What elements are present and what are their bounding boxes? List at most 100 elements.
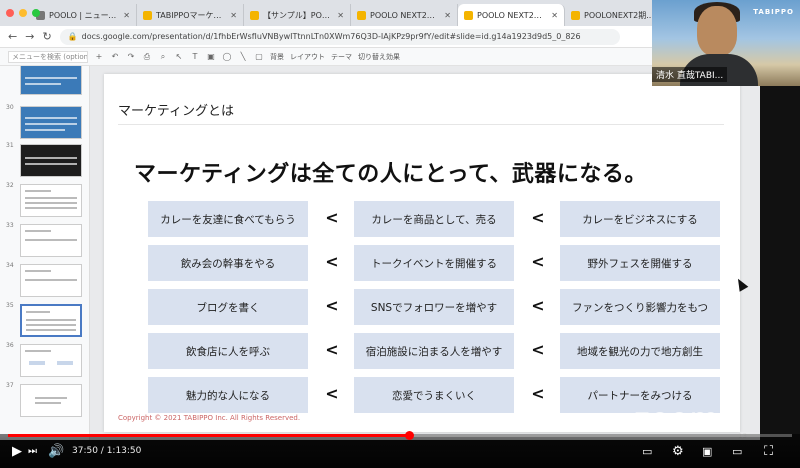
menu-search-input[interactable]: メニューを検索 (option+/): [8, 50, 88, 63]
settings-gear-icon[interactable]: ⚙: [672, 445, 684, 459]
browser-tab-4[interactable]: POOLO NEXT2期 - プログラム... ✕: [458, 4, 565, 26]
subtitle-divider: [118, 124, 724, 125]
close-window-button[interactable]: [6, 9, 14, 17]
slide-number: 33: [6, 222, 14, 229]
filmstrip-slide-31[interactable]: 31: [0, 142, 89, 182]
browser-tab-0[interactable]: POOLO | ニューノーマルトラッ ✕: [30, 4, 137, 26]
slide-number: 37: [6, 382, 14, 389]
slide-thumbnail: [20, 344, 82, 377]
layout-button[interactable]: レイアウト: [290, 52, 325, 62]
browser-tab-2[interactable]: 【サンプル】POOLO NEXT新入... ✕: [244, 4, 351, 26]
slide-copyright: Copyright © 2021 TABIPPO Inc. All Rights…: [118, 414, 301, 422]
grid-cell: 宿泊施設に泊まる人を増やす: [354, 333, 514, 369]
less-than-sign: <: [325, 296, 339, 315]
zoom-icon[interactable]: ⌕: [158, 52, 168, 62]
less-than-sign: <: [325, 252, 339, 271]
zoom-watermark: zoom: [634, 402, 720, 437]
forward-icon[interactable]: →: [25, 30, 34, 43]
tab-close-icon[interactable]: ✕: [551, 11, 558, 20]
volume-icon[interactable]: 🔊: [48, 445, 64, 459]
redo-icon[interactable]: ↷: [126, 52, 136, 62]
url-field[interactable]: 🔒 docs.google.com/presentation/d/1fhbErW…: [59, 28, 620, 45]
slide-number: 31: [6, 142, 14, 149]
maximize-window-button[interactable]: [32, 9, 40, 17]
transition-button[interactable]: 切り替え効果: [358, 52, 400, 62]
slide-number: 35: [6, 302, 14, 309]
tab-close-icon[interactable]: ✕: [444, 11, 451, 20]
theater-mode-icon[interactable]: ▭: [732, 445, 742, 459]
filmstrip-slide-35[interactable]: 35: [0, 302, 89, 342]
slide-thumbnail: [20, 224, 82, 257]
less-than-sign: <: [325, 208, 339, 227]
tab-favicon-icon: [250, 10, 259, 20]
progress-bar[interactable]: [8, 431, 792, 440]
filmstrip-slide-32[interactable]: 32: [0, 182, 89, 222]
subtitles-icon[interactable]: ▭: [642, 445, 652, 459]
next-icon[interactable]: ⏭: [28, 445, 37, 459]
filmstrip-slide-34[interactable]: 34: [0, 262, 89, 302]
undo-icon[interactable]: ↶: [110, 52, 120, 62]
background-button[interactable]: 背景: [270, 52, 284, 62]
lock-icon: 🔒: [67, 32, 78, 41]
grid-cell: 地域を観光の力で地方創生: [560, 333, 720, 369]
less-than-sign: <: [531, 296, 545, 315]
line-icon[interactable]: ╲: [238, 52, 248, 62]
webcam-video: TABIPPO 清水 直哉TABI...: [652, 0, 800, 86]
slide-filmstrip: 29 30 31 32 33 34 35 36 37: [0, 66, 90, 440]
reload-icon[interactable]: ↻: [42, 30, 51, 43]
slide-thumbnail: [20, 264, 82, 297]
fullscreen-icon[interactable]: ⛶: [764, 445, 773, 459]
grid-cell: 魅力的な人になる: [148, 377, 308, 413]
tab-close-icon[interactable]: ✕: [337, 11, 344, 20]
grid-row-2: 飲み会の幹事をやる < トークイベントを開催する < 野外フェスを開催する: [148, 245, 720, 281]
slide-number: 32: [6, 182, 14, 189]
slide-number: 36: [6, 342, 14, 349]
textbox-icon[interactable]: T: [190, 52, 200, 62]
tab-favicon-icon: [357, 10, 366, 20]
grid-cell: 恋愛でうまくいく: [354, 377, 514, 413]
slide-number: 30: [6, 104, 14, 111]
slide-thumbnail: [20, 106, 82, 139]
shape-icon[interactable]: ◯: [222, 52, 232, 62]
tab-close-icon[interactable]: ✕: [123, 11, 130, 20]
tab-close-icon[interactable]: ✕: [230, 11, 237, 20]
print-icon[interactable]: ⎙: [142, 52, 152, 62]
image-icon[interactable]: ▣: [206, 52, 216, 62]
filmstrip-slide-37[interactable]: 37: [0, 382, 89, 422]
grid-row-1: カレーを友達に食べてもらう < カレーを商品として、売る < カレーをビジネスに…: [148, 201, 720, 237]
slide-thumbnail: [20, 144, 82, 177]
theme-button[interactable]: テーマ: [331, 52, 352, 62]
slide-thumbnail: [20, 384, 82, 417]
browser-tab-1[interactable]: TABIPPOマーケティングプロデ... ✕: [137, 4, 244, 26]
slide-subtitle: マーケティングとは: [118, 104, 234, 119]
time-display: 37:50 / 1:13:50: [72, 446, 142, 456]
slide-thumbnail: [20, 66, 82, 95]
back-icon[interactable]: ←: [8, 30, 17, 43]
tab-title: TABIPPOマーケティングプロデ...: [156, 10, 226, 20]
tab-title: POOLO NEXT2期プログラム・C...: [370, 10, 440, 20]
grid-cell: カレーをビジネスにする: [560, 201, 720, 237]
comment-icon[interactable]: ▢: [254, 52, 264, 62]
progress-fill: [8, 434, 410, 437]
filmstrip-slide-30[interactable]: 30: [0, 104, 89, 144]
tab-favicon-icon: [464, 10, 473, 20]
filmstrip-slide-36[interactable]: 36: [0, 342, 89, 382]
progress-scrubber[interactable]: [405, 431, 415, 440]
window-controls: [6, 9, 40, 17]
filmstrip-slide-29[interactable]: 29: [0, 66, 89, 100]
browser-tab-3[interactable]: POOLO NEXT2期プログラム・C... ✕: [351, 4, 458, 26]
filmstrip-slide-33[interactable]: 33: [0, 222, 89, 262]
tab-title: POOLO | ニューノーマルトラッ: [49, 10, 119, 20]
video-player-controls: ▶ ⏭ 🔊 37:50 / 1:13:50 ▭ ⚙ ▣ ▭ ⛶: [0, 431, 800, 468]
miniplayer-icon[interactable]: ▣: [702, 445, 712, 459]
select-icon[interactable]: ↖: [174, 52, 184, 62]
less-than-sign: <: [325, 340, 339, 359]
add-slide-icon[interactable]: +: [94, 52, 104, 62]
play-icon[interactable]: ▶: [12, 445, 22, 459]
less-than-sign: <: [531, 252, 545, 271]
webcam-brand-logo: TABIPPO: [753, 8, 794, 16]
tab-title: 【サンプル】POOLO NEXT新入...: [263, 10, 334, 20]
current-slide[interactable]: マーケティングとは マーケティングは全ての人にとって、武器になる。 カレーを友達…: [104, 74, 740, 432]
minimize-window-button[interactable]: [19, 9, 27, 17]
grid-row-3: ブログを書く < SNSでフォロワーを増やす < ファンをつくり影響力をもつ: [148, 289, 720, 325]
